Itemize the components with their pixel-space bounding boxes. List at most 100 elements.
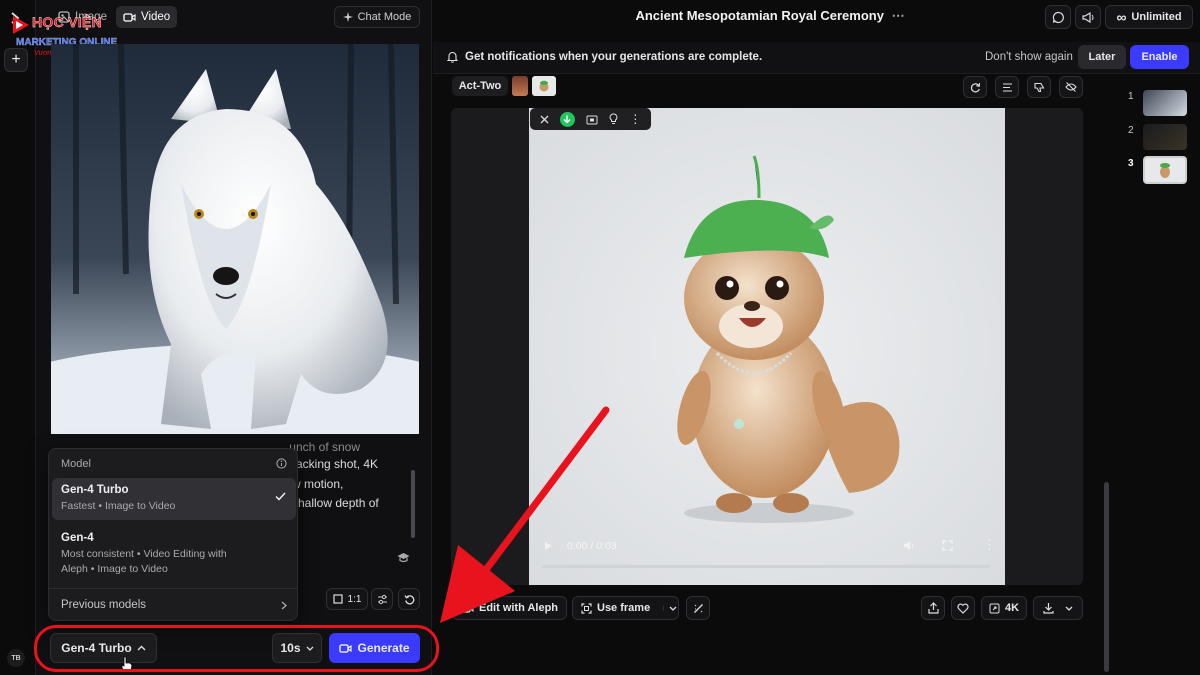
dislike-button[interactable] (1027, 76, 1051, 98)
model-selector-button[interactable]: Gen-4 Turbo (50, 633, 157, 663)
edit-with-aleph-button[interactable]: Edit with Aleph (452, 596, 567, 620)
reference-thumbnail-person[interactable] (512, 76, 528, 96)
edit-with-aleph-label: Edit with Aleph (478, 602, 559, 614)
info-icon[interactable] (276, 458, 287, 469)
sliders-icon (377, 594, 388, 605)
thumbnail-index: 2 (1128, 125, 1134, 136)
video-icon (461, 603, 474, 614)
generated-video[interactable] (529, 108, 1005, 585)
share-button[interactable] (921, 596, 945, 620)
chevron-down-icon (1065, 606, 1073, 611)
close-icon[interactable] (540, 115, 549, 124)
model-option-title: Gen-4 Turbo (61, 484, 129, 496)
play-logo-icon (13, 16, 29, 34)
download-button[interactable] (1033, 596, 1083, 620)
lightbulb-icon[interactable] (609, 113, 618, 125)
reset-button[interactable] (398, 588, 420, 610)
play-icon[interactable] (544, 541, 553, 551)
magic-tools-button[interactable] (686, 596, 710, 620)
volume-icon[interactable] (903, 540, 916, 551)
video-progress-track[interactable] (542, 565, 990, 568)
model-option-subtitle: Fastest • Image to Video (61, 500, 176, 512)
rotate-ccw-icon (403, 594, 415, 605)
video-icon (123, 12, 136, 23)
chat-mode-button[interactable]: Chat Mode (334, 6, 420, 28)
later-button[interactable]: Later (1078, 45, 1126, 69)
reference-thumbnail-character[interactable] (532, 76, 556, 96)
duration-selector[interactable]: 10s (272, 633, 322, 663)
model-option-gen4[interactable]: Gen-4 Most consistent • Video Editing wi… (52, 526, 296, 583)
frame-capture-icon[interactable] (586, 114, 598, 125)
aspect-ratio-label: 1:1 (347, 593, 362, 605)
aspect-ratio-button[interactable]: 1:1 (326, 588, 368, 610)
previous-models-label: Previous models (61, 599, 147, 611)
left-rail: + TB (0, 0, 36, 675)
session-title[interactable]: Ancient Mesopotamian Royal Ceremony ⋯ (600, 8, 940, 24)
act-two-label: Act-Two (458, 80, 502, 92)
thumbnail-index: 1 (1128, 91, 1134, 102)
mouse-cursor-icon (121, 656, 133, 672)
hide-button[interactable] (1059, 76, 1083, 98)
megaphone-icon (1081, 11, 1095, 23)
previous-models-item[interactable]: Previous models (52, 592, 296, 618)
prompt-textarea[interactable]: racking shot, 4K w motion, shallow depth… (292, 438, 422, 514)
thumbnail-generation-1[interactable] (1143, 90, 1187, 116)
model-option-gen4-turbo[interactable]: Gen-4 Turbo Fastest • Image to Video (52, 478, 296, 520)
sparkle-icon (342, 12, 353, 22)
tab-video[interactable]: Video (116, 6, 178, 28)
model-menu-header: Model (61, 458, 91, 470)
menu-divider (49, 588, 297, 589)
enable-button[interactable]: Enable (1130, 45, 1189, 69)
video-icon (339, 643, 353, 654)
main-scrollbar[interactable] (1104, 482, 1109, 672)
checkmark-icon (275, 492, 286, 501)
prompt-scrollbar[interactable] (411, 470, 415, 538)
avatar-initials: TB (11, 654, 21, 662)
upscale-icon (989, 603, 1000, 614)
dont-show-again-link[interactable]: Don't show again (985, 51, 1073, 63)
model-option-title: Gen-4 (61, 532, 94, 544)
more-horizontal-icon[interactable]: ⋯ (892, 8, 905, 23)
duration-label: 10s (280, 641, 301, 655)
act-two-tag[interactable]: Act-Two (452, 76, 508, 96)
upscale-4k-button[interactable]: 4K (981, 596, 1027, 620)
prompt-details-button[interactable] (995, 76, 1019, 98)
fullscreen-icon[interactable] (942, 540, 953, 551)
use-frame-button[interactable]: Use frame (572, 596, 679, 620)
square-icon (332, 594, 343, 604)
prompt-line: w motion, (292, 476, 344, 491)
favorite-button[interactable] (951, 596, 975, 620)
download-arrow-icon[interactable] (559, 111, 575, 127)
thumbs-down-icon (1033, 82, 1045, 93)
use-frame-label: Use frame (597, 602, 651, 614)
plan-unlimited-button[interactable]: ∞ Unlimited (1105, 5, 1193, 29)
enable-label: Enable (1141, 51, 1178, 63)
announcements-button[interactable] (1075, 5, 1101, 29)
generate-label: Generate (357, 641, 410, 655)
thumbnail-generation-3[interactable] (1143, 156, 1187, 184)
eye-off-icon (1065, 82, 1077, 92)
prompt-line: racking shot, 4K (292, 457, 379, 471)
feedback-button[interactable] (1045, 5, 1071, 29)
unlimited-label: Unlimited (1131, 11, 1182, 23)
infinity-icon: ∞ (1116, 9, 1127, 25)
settings-sliders-button[interactable] (371, 588, 393, 610)
heart-icon (957, 603, 969, 614)
video-options-icon[interactable]: ⋮ (983, 537, 996, 553)
download-icon (1043, 602, 1054, 614)
input-image-wolf (51, 44, 419, 434)
wand-icon (693, 603, 704, 614)
chevron-down-icon (306, 646, 314, 651)
user-avatar[interactable]: TB (7, 649, 25, 667)
thumbnail-generation-2[interactable] (1143, 124, 1187, 150)
more-vertical-icon[interactable]: ⋮ (629, 113, 641, 125)
generate-button[interactable]: Generate (329, 633, 420, 663)
graduation-cap-icon[interactable] (397, 552, 410, 563)
upscale-label: 4K (1004, 602, 1020, 614)
share-icon (927, 602, 939, 614)
bell-icon (447, 51, 458, 63)
logo-line1: HỌC VIỆN (32, 14, 103, 30)
regenerate-button[interactable] (963, 76, 987, 98)
model-dropdown-menu: Model Gen-4 Turbo Fastest • Image to Vid… (48, 448, 298, 621)
chevron-down-icon[interactable] (663, 605, 677, 611)
